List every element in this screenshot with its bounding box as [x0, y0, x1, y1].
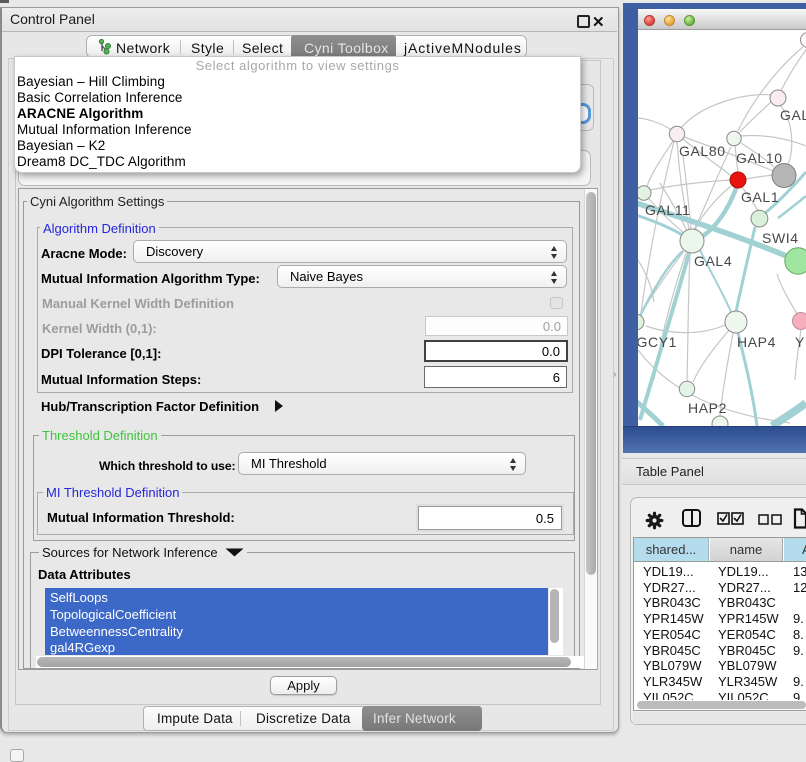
svg-text:GAL10: GAL10 — [736, 150, 783, 166]
svg-text:HAP4: HAP4 — [737, 334, 776, 350]
svg-text:GAL11: GAL11 — [645, 202, 691, 218]
svg-text:GCY1: GCY1 — [638, 334, 677, 350]
svg-text:HAP2: HAP2 — [688, 400, 727, 416]
svg-text:GAL1: GAL1 — [741, 189, 779, 205]
svg-text:Y: Y — [795, 334, 805, 350]
svg-text:SWI4: SWI4 — [762, 230, 799, 246]
svg-text:GAL2: GAL2 — [780, 107, 806, 123]
svg-text:GAL4: GAL4 — [694, 253, 732, 269]
svg-text:GAL80: GAL80 — [679, 143, 726, 159]
